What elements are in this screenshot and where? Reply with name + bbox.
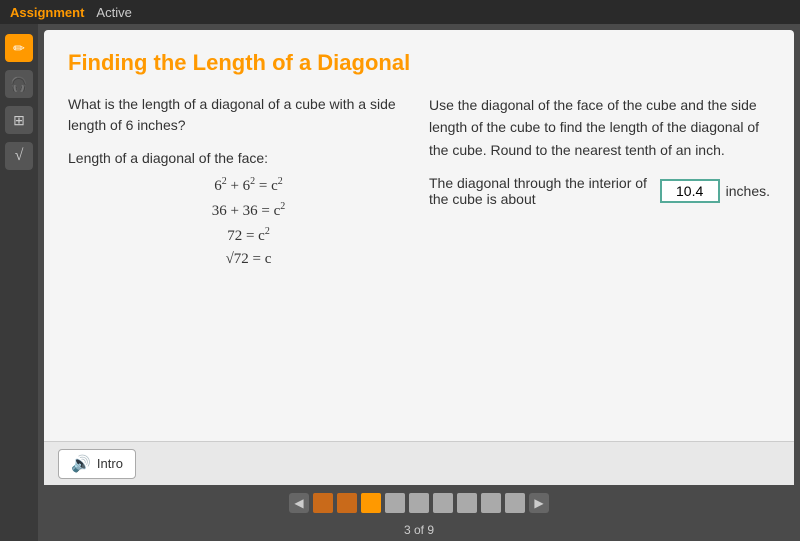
content-area: Finding the Length of a Diagonal What is…	[38, 24, 800, 541]
nav-page-6[interactable]	[433, 493, 453, 513]
intro-label: Intro	[97, 456, 123, 471]
nav-page-2[interactable]	[337, 493, 357, 513]
speaker-icon: 🔊	[71, 454, 91, 474]
answer-input[interactable]	[660, 179, 720, 203]
answer-suffix: inches.	[726, 183, 770, 199]
panel-inner: Finding the Length of a Diagonal What is…	[44, 30, 794, 441]
main-layout: ✏ 🎧 ⊞ √ Finding the Length of a Diagonal…	[0, 24, 800, 541]
nav-page-1[interactable]	[313, 493, 333, 513]
math-step-3: 72 = c2	[227, 226, 270, 245]
calculator-icon[interactable]: ⊞	[5, 106, 33, 134]
headphone-icon[interactable]: 🎧	[5, 70, 33, 98]
sidebar: ✏ 🎧 ⊞ √	[0, 24, 38, 541]
answer-row: The diagonal through the interior of the…	[429, 175, 770, 207]
question-text: What is the length of a diagonal of a cu…	[68, 94, 409, 136]
tab-assignment[interactable]: Assignment	[10, 5, 84, 20]
nav-page-4[interactable]	[385, 493, 405, 513]
nav-bar: ◀ ▶	[44, 485, 794, 521]
top-bar: Assignment Active	[0, 0, 800, 24]
face-label: Length of a diagonal of the face:	[68, 150, 409, 166]
next-arrow[interactable]: ▶	[529, 493, 549, 513]
right-instruction: Use the diagonal of the face of the cube…	[429, 94, 770, 161]
answer-prefix: The diagonal through the interior of the…	[429, 175, 654, 207]
panel-bottom: 🔊 Intro	[44, 441, 794, 485]
right-col: Use the diagonal of the face of the cube…	[429, 94, 770, 268]
main-panel: Finding the Length of a Diagonal What is…	[44, 30, 794, 485]
math-step-1: 62 + 62 = c2	[214, 176, 283, 195]
intro-button[interactable]: 🔊 Intro	[58, 449, 136, 479]
tab-active[interactable]: Active	[96, 5, 131, 20]
left-col: What is the length of a diagonal of a cu…	[68, 94, 409, 268]
nav-page-8[interactable]	[481, 493, 501, 513]
math-steps: 62 + 62 = c2 36 + 36 = c2 72 = c2 √72 = …	[68, 176, 409, 268]
page-indicator: 3 of 9	[38, 521, 800, 541]
nav-page-5[interactable]	[409, 493, 429, 513]
formula-icon[interactable]: √	[5, 142, 33, 170]
math-step-4: √72 = c	[226, 251, 272, 268]
prev-arrow[interactable]: ◀	[289, 493, 309, 513]
pencil-icon[interactable]: ✏	[5, 34, 33, 62]
two-col: What is the length of a diagonal of a cu…	[68, 94, 770, 268]
math-step-2: 36 + 36 = c2	[212, 201, 286, 220]
nav-page-7[interactable]	[457, 493, 477, 513]
nav-page-3[interactable]	[361, 493, 381, 513]
page-title: Finding the Length of a Diagonal	[68, 50, 770, 76]
nav-page-9[interactable]	[505, 493, 525, 513]
